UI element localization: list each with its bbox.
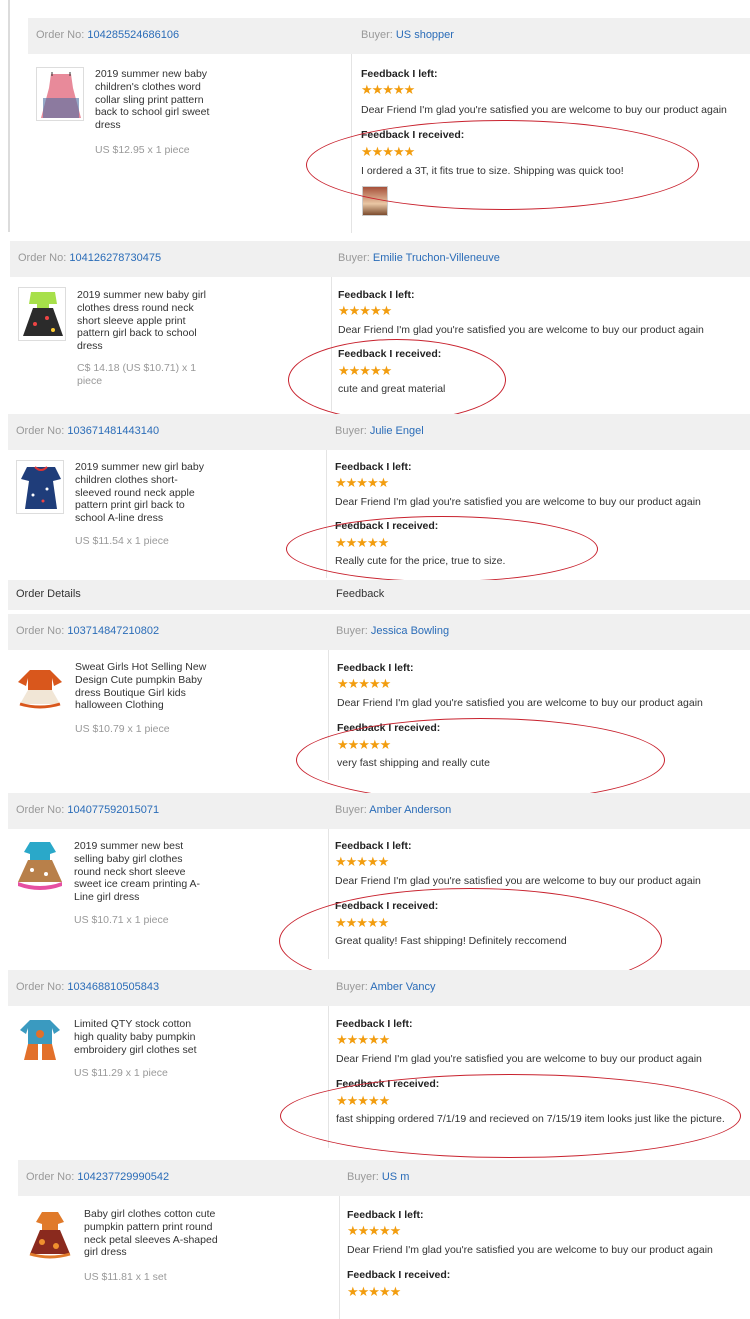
order-header: Order No: 104285524686106 Buyer: US shop… [28, 18, 750, 54]
order-header: Order No: 103671481443140 Buyer: Julie E… [8, 414, 750, 450]
product-price: US $10.71 x 1 piece [74, 914, 169, 926]
order-number: Order No: 104285524686106 [36, 29, 180, 41]
buyer-link[interactable]: Amber Vancy [370, 981, 435, 993]
order-number: Order No: 104237729990542 [26, 1171, 170, 1183]
product-price: US $12.95 x 1 piece [95, 144, 190, 156]
order-number: Order No: 103714847210802 [16, 625, 160, 637]
highlight-ellipse [280, 1074, 741, 1158]
highlight-ellipse [296, 718, 665, 802]
buyer: Buyer: Amber Anderson [335, 804, 452, 816]
product-price: C$ 14.18 (US $10.71) x 1 piece [77, 362, 197, 387]
feedback-left-text: Dear Friend I'm glad you're satisfied yo… [347, 1244, 713, 1256]
feedback-left-stars: ★★★★★ [361, 82, 415, 97]
order-header: Order No: 104237729990542 Buyer: US m [18, 1160, 750, 1196]
order-number: Order No: 103671481443140 [16, 425, 160, 437]
product-title[interactable]: Sweat Girls Hot Selling New Design Cute … [75, 661, 210, 712]
feedback-left-text: Dear Friend I'm glad you're satisfied yo… [335, 875, 701, 887]
product-thumbnail[interactable] [16, 460, 64, 514]
buyer-link[interactable]: Julie Engel [370, 425, 424, 437]
highlight-ellipse [286, 516, 598, 582]
product-title[interactable]: 2019 summer new best selling baby girl c… [74, 840, 204, 904]
product-thumbnail[interactable] [26, 1206, 74, 1260]
feedback-left-label: Feedback I left: [338, 289, 415, 301]
divider [339, 1196, 340, 1319]
order-number-link[interactable]: 104077592015071 [67, 804, 159, 816]
product-thumbnail[interactable] [18, 287, 66, 341]
product-price: US $10.79 x 1 piece [75, 723, 170, 735]
buyer-link[interactable]: Amber Anderson [369, 804, 451, 816]
product-thumbnail[interactable] [36, 67, 84, 121]
feedback-left-stars: ★★★★★ [347, 1223, 401, 1238]
feedback-left-stars: ★★★★★ [338, 303, 392, 318]
product-thumbnail[interactable] [16, 660, 64, 714]
buyer: Buyer: Jessica Bowling [336, 625, 450, 637]
product-title[interactable]: Baby girl clothes cotton cute pumpkin pa… [84, 1208, 219, 1259]
highlight-ellipse [288, 339, 506, 421]
feedback-header: Feedback [336, 588, 385, 600]
order-number-link[interactable]: 103671481443140 [67, 425, 159, 437]
buyer: Buyer: US shopper [361, 29, 454, 41]
product-title[interactable]: 2019 summer new baby girl clothes dress … [77, 289, 207, 353]
buyer-link[interactable]: Emilie Truchon-Villeneuve [373, 252, 500, 264]
buyer-link[interactable]: Jessica Bowling [371, 625, 449, 637]
feedback-left-stars: ★★★★★ [335, 475, 389, 490]
order-number-link[interactable]: 103714847210802 [67, 625, 159, 637]
product-price: US $11.81 x 1 set [84, 1271, 167, 1283]
feedback-left-stars: ★★★★★ [335, 854, 389, 869]
feedback-left-stars: ★★★★★ [337, 676, 391, 691]
feedback-left-label: Feedback I left: [361, 68, 438, 80]
order-header: Order No: 104126278730475 Buyer: Emilie … [10, 241, 750, 277]
feedback-left-stars: ★★★★★ [336, 1032, 390, 1047]
product-title[interactable]: 2019 summer new baby children's clothes … [95, 68, 225, 132]
feedback-left-text: Dear Friend I'm glad you're satisfied yo… [338, 324, 704, 336]
order-number: Order No: 103468810505843 [16, 981, 160, 993]
feedback-left-label: Feedback I left: [337, 662, 414, 674]
order-number: Order No: 104077592015071 [16, 804, 160, 816]
product-price: US $11.54 x 1 piece [75, 535, 169, 547]
product-price: US $11.29 x 1 piece [74, 1067, 168, 1079]
feedback-received-stars: ★★★★★ [347, 1284, 401, 1299]
product-title[interactable]: Limited QTY stock cotton high quality ba… [74, 1018, 209, 1056]
order-number-link[interactable]: 104237729990542 [77, 1171, 169, 1183]
order-number-link[interactable]: 104126278730475 [69, 252, 161, 264]
order-header: Order No: 103714847210802 Buyer: Jessica… [8, 614, 750, 650]
product-thumbnail[interactable] [16, 838, 64, 892]
feedback-left-label: Feedback I left: [335, 461, 412, 473]
column-header-band: Order Details Feedback [8, 580, 750, 610]
buyer: Buyer: Emilie Truchon-Villeneuve [338, 252, 500, 264]
feedback-left-label: Feedback I left: [335, 840, 412, 852]
order-number-link[interactable]: 103468810505843 [67, 981, 159, 993]
order-number-link[interactable]: 104285524686106 [87, 29, 179, 41]
buyer: Buyer: US m [347, 1171, 410, 1183]
highlight-ellipse [306, 120, 699, 210]
buyer-link[interactable]: US m [382, 1171, 410, 1183]
buyer-link[interactable]: US shopper [396, 29, 454, 41]
scroll-edge [8, 0, 10, 232]
feedback-left-label: Feedback I left: [336, 1018, 413, 1030]
feedback-left-text: Dear Friend I'm glad you're satisfied yo… [361, 104, 727, 116]
feedback-received-label: Feedback I received: [347, 1269, 451, 1281]
feedback-left-text: Dear Friend I'm glad you're satisfied yo… [335, 496, 701, 508]
product-thumbnail[interactable] [16, 1016, 64, 1064]
order-header: Order No: 103468810505843 Buyer: Amber V… [8, 970, 750, 1006]
buyer: Buyer: Amber Vancy [336, 981, 436, 993]
order-details-header: Order Details [16, 588, 81, 600]
order-number: Order No: 104126278730475 [18, 252, 162, 264]
order-header: Order No: 104077592015071 Buyer: Amber A… [8, 793, 750, 829]
buyer: Buyer: Julie Engel [335, 425, 424, 437]
feedback-left-text: Dear Friend I'm glad you're satisfied yo… [337, 697, 703, 709]
feedback-left-label: Feedback I left: [347, 1209, 424, 1221]
product-title[interactable]: 2019 summer new girl baby children cloth… [75, 461, 210, 525]
feedback-left-text: Dear Friend I'm glad you're satisfied yo… [336, 1053, 702, 1065]
